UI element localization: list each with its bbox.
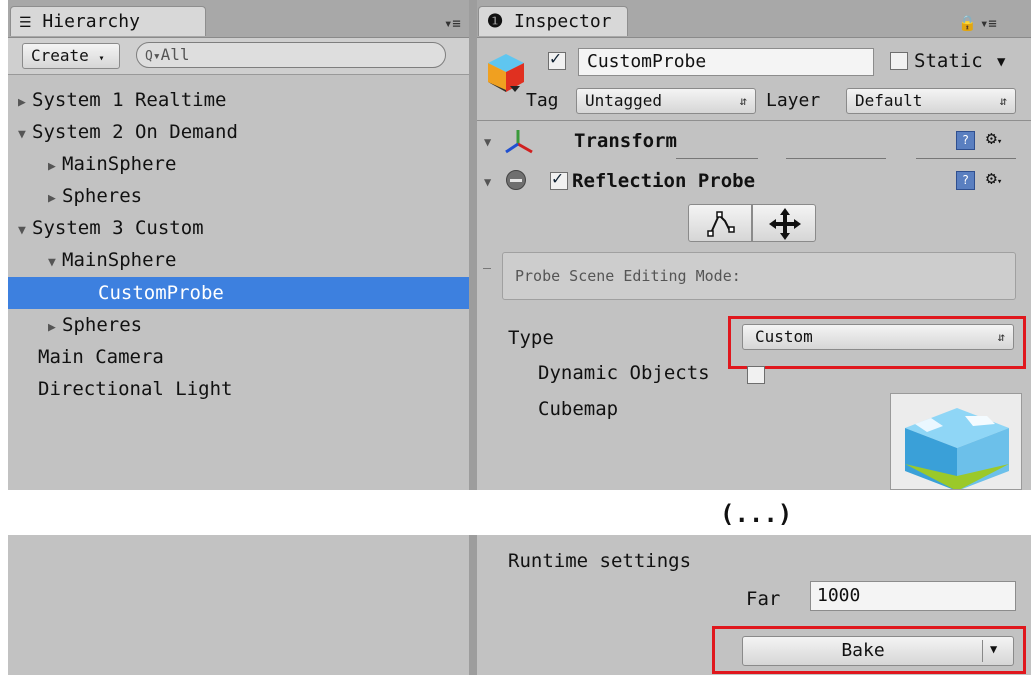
tree-item-label: Directional Light	[38, 378, 233, 400]
create-button[interactable]: Create ▾	[22, 43, 120, 69]
tree-item-main-camera[interactable]: Main Camera	[38, 341, 164, 373]
edit-mode-info-box: Probe Scene Editing Mode:	[502, 252, 1016, 300]
edit-bounds-button[interactable]	[688, 204, 752, 242]
far-value: 1000	[817, 585, 861, 606]
edit-origin-button[interactable]	[752, 204, 816, 242]
type-highlight-box	[728, 316, 1026, 369]
tree-item-directional-light[interactable]: Directional Light	[38, 373, 232, 405]
panel-menu-icon[interactable]: ▾≡	[980, 16, 997, 32]
transform-title: Transform	[574, 130, 677, 152]
dynamic-objects-label: Dynamic Objects	[538, 362, 710, 384]
expanded-arrow-icon[interactable]: ▼	[48, 247, 62, 279]
help-icon[interactable]: ?	[956, 131, 975, 150]
hierarchy-panel-bottom	[8, 535, 469, 675]
tree-item-label: MainSphere	[62, 249, 177, 271]
panel-splitter-bottom[interactable]	[469, 535, 477, 675]
gear-icon[interactable]: ⚙▾	[986, 128, 1002, 149]
static-label: Static	[914, 50, 983, 72]
updown-arrow-icon: ⇵	[999, 94, 1007, 108]
transform-icon	[504, 128, 534, 156]
cubemap-label: Cubemap	[538, 398, 619, 420]
far-label: Far	[746, 588, 781, 610]
tag-dropdown[interactable]: Untagged ⇵	[576, 88, 756, 114]
search-placeholder: All	[160, 45, 190, 64]
collapsed-arrow-icon[interactable]: ▶	[48, 183, 62, 215]
tab-inspector[interactable]: ❶ Inspector	[478, 6, 628, 36]
tree-item-mainsphere-3[interactable]: ▼ MainSphere	[48, 244, 176, 276]
expanded-arrow-icon[interactable]: ▼	[18, 119, 32, 151]
edit-bounds-icon	[707, 211, 735, 237]
cubemap-thumbnail-icon	[905, 408, 1009, 489]
transform-underline	[916, 158, 1016, 159]
reflection-probe-enabled-checkbox[interactable]	[550, 168, 568, 190]
runtime-settings-label: Runtime settings	[508, 550, 692, 572]
collapsed-arrow-icon[interactable]: ▶	[48, 312, 62, 344]
tree-item-mainsphere-2[interactable]: ▶ MainSphere	[48, 148, 176, 180]
edit-mode-tick	[483, 268, 491, 269]
chevron-down-icon: ▾	[98, 53, 105, 64]
static-checkbox[interactable]	[890, 52, 908, 70]
layer-label: Layer	[766, 90, 821, 111]
cubemap-preview[interactable]	[890, 393, 1022, 490]
dynamic-objects-checkbox[interactable]	[747, 366, 765, 384]
tag-value: Untagged	[585, 91, 663, 110]
tree-item-label: System 3 Custom	[32, 217, 204, 239]
edit-mode-text: Probe Scene Editing Mode:	[515, 267, 741, 285]
info-icon: ❶	[487, 11, 504, 32]
tree-item-spheres-2[interactable]: ▶ Spheres	[48, 180, 142, 212]
tree-item-system-1[interactable]: ▶ System 1 Realtime	[18, 84, 226, 116]
tree-item-spheres-3[interactable]: ▶ Spheres	[48, 309, 142, 341]
ellipsis-text: (...)	[720, 500, 793, 528]
panel-menu-icon[interactable]: ▾≡	[444, 16, 461, 32]
tree-item-customprobe[interactable]: CustomProbe	[8, 277, 469, 309]
expanded-arrow-icon[interactable]: ▼	[484, 175, 491, 189]
layer-value: Default	[855, 91, 923, 110]
create-label: Create	[31, 46, 89, 65]
expanded-arrow-icon[interactable]: ▼	[18, 215, 32, 247]
header-divider	[477, 120, 1031, 121]
tree-item-label: Main Camera	[38, 346, 164, 368]
collapsed-arrow-icon[interactable]: ▶	[18, 87, 32, 119]
tree-item-label: MainSphere	[62, 153, 177, 175]
tree-item-label: Spheres	[62, 314, 143, 336]
reflection-probe-icon	[506, 170, 526, 190]
tab-hierarchy-label: Hierarchy	[42, 11, 140, 32]
list-icon: ☰	[19, 15, 32, 31]
static-dropdown-icon[interactable]: ▼	[997, 54, 1005, 70]
object-name-field[interactable]: CustomProbe	[578, 48, 874, 76]
layer-dropdown[interactable]: Default ⇵	[846, 88, 1016, 114]
type-label: Type	[508, 327, 554, 349]
move-arrows-icon	[769, 208, 801, 240]
transform-underline	[786, 158, 886, 159]
transform-underline	[676, 158, 758, 159]
help-icon[interactable]: ?	[956, 171, 975, 190]
search-icon: Q▾	[145, 49, 161, 64]
active-checkbox[interactable]	[548, 48, 566, 70]
tree-item-system-2[interactable]: ▼ System 2 On Demand	[18, 116, 238, 148]
tag-label: Tag	[526, 90, 559, 111]
object-name-value: CustomProbe	[587, 51, 707, 72]
tab-inspector-label: Inspector	[513, 11, 612, 32]
bake-highlight-box	[712, 626, 1026, 674]
collapsed-arrow-icon[interactable]: ▶	[48, 151, 62, 183]
expanded-arrow-icon[interactable]: ▼	[484, 135, 491, 149]
far-field[interactable]: 1000	[810, 581, 1016, 611]
search-input[interactable]: Q▾All	[136, 42, 446, 68]
gameobject-cube-icon	[484, 50, 528, 94]
lock-icon[interactable]: 🔒	[958, 14, 977, 32]
tree-item-label: System 2 On Demand	[32, 121, 238, 143]
gear-icon[interactable]: ⚙▾	[986, 168, 1002, 189]
tree-item-label: System 1 Realtime	[32, 89, 227, 111]
reflection-probe-title: Reflection Probe	[572, 170, 756, 192]
tab-hierarchy[interactable]: ☰ Hierarchy	[10, 6, 206, 36]
tree-item-system-3[interactable]: ▼ System 3 Custom	[18, 212, 204, 244]
tree-item-label: CustomProbe	[98, 282, 224, 304]
panel-splitter[interactable]	[469, 0, 477, 490]
updown-arrow-icon: ⇵	[739, 94, 747, 108]
tree-item-label: Spheres	[62, 185, 143, 207]
